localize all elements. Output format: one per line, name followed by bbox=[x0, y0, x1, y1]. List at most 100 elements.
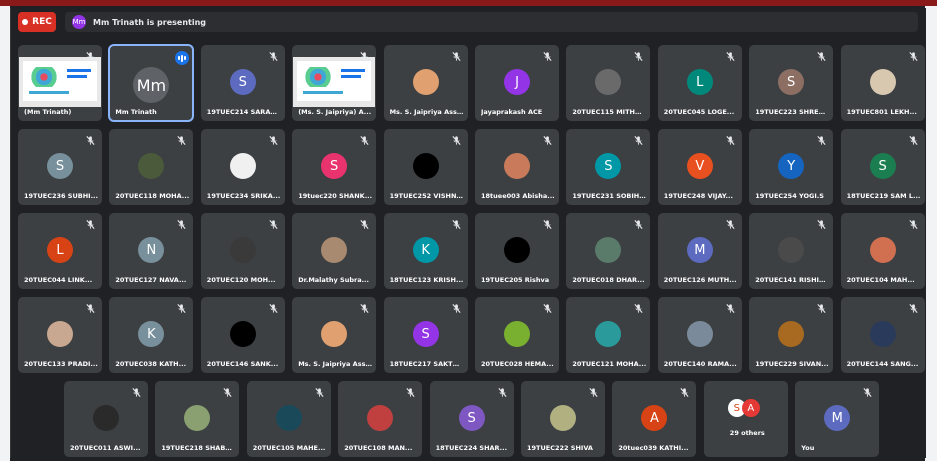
participant-tile[interactable]: S 19TUEC236 SUBHI... bbox=[18, 129, 102, 205]
mic-off-icon bbox=[269, 220, 278, 229]
participant-tile[interactable]: (Ms. S. Jaipriya) A... bbox=[292, 45, 377, 121]
participant-avatar: L bbox=[47, 237, 73, 263]
participant-tile[interactable]: Ms. S. Jaipriya Ass... bbox=[292, 297, 377, 373]
participant-tile[interactable]: 20TUEC108 MAN... bbox=[338, 381, 423, 457]
participant-tile[interactable]: S 19TUEC214 SARAN... bbox=[200, 45, 285, 121]
participant-tile[interactable]: Mm Mm Trinath bbox=[108, 44, 195, 122]
participant-photo bbox=[778, 237, 805, 263]
participant-name: 20TUEC105 MAHE... bbox=[252, 444, 326, 452]
mic-off-icon bbox=[360, 136, 369, 145]
participant-tile[interactable]: S 19TUEC231 SOBIH... bbox=[566, 129, 651, 205]
participant-tile[interactable]: 19TUEC229 SIVAN... bbox=[749, 297, 834, 373]
participant-tile[interactable]: 20TUEC115 MITHU... bbox=[566, 45, 651, 121]
left-window-edge bbox=[0, 6, 10, 461]
participant-avatar: N bbox=[138, 237, 165, 263]
participant-name: 19TUEC234 SRIKA... bbox=[206, 192, 281, 200]
participant-tile[interactable]: (Mm Trinath) bbox=[18, 45, 102, 121]
mic-off-icon bbox=[498, 388, 507, 397]
participant-avatar: S bbox=[47, 153, 73, 179]
mic-off-icon bbox=[726, 52, 735, 61]
mic-off-icon bbox=[634, 52, 643, 61]
participant-tile[interactable]: 20TUEC146 SANK... bbox=[200, 297, 285, 373]
participant-photo bbox=[275, 405, 302, 431]
participant-tile[interactable]: M You bbox=[795, 381, 880, 457]
presenting-banner[interactable]: Mm Mm Trinath is presenting bbox=[65, 12, 918, 32]
participant-tile[interactable]: 19TUEC205 Rishva bbox=[475, 213, 559, 289]
participant-tile[interactable]: 19TUEC222 SHIVA bbox=[521, 381, 605, 457]
participant-tile[interactable]: 19TUEC218 SHABE... bbox=[155, 381, 240, 457]
participant-avatar: M bbox=[686, 237, 713, 263]
mic-off-icon bbox=[452, 52, 461, 61]
participant-tile[interactable]: Y 19TUEC254 YOGI.S bbox=[749, 129, 834, 205]
shared-slide-preview bbox=[23, 61, 97, 101]
participant-name: 19TUEC223 SHREE... bbox=[755, 108, 830, 116]
participant-avatar: S bbox=[229, 69, 256, 95]
participant-avatar: S bbox=[869, 153, 896, 179]
meeting-top-bar: REC Mm Mm Trinath is presenting bbox=[18, 12, 918, 34]
mic-off-icon bbox=[909, 52, 918, 61]
participant-tile[interactable]: Dr.Malathy Subra... bbox=[292, 213, 377, 289]
participant-tile[interactable]: S 18TUEC217 SAKTH... bbox=[383, 297, 468, 373]
participant-tile[interactable]: N 20TUEC127 NAVA... bbox=[109, 213, 194, 289]
participant-photo bbox=[412, 153, 439, 179]
mic-off-icon bbox=[452, 220, 461, 229]
participant-name: 20TUEC018 DHAR... bbox=[572, 276, 645, 284]
participant-tile[interactable]: S 18TUEC224 SHAR... bbox=[429, 381, 514, 457]
participant-tile[interactable]: L 20TUEC044 LINK... bbox=[18, 213, 102, 289]
participant-tile[interactable]: 20TUEC105 MAHE... bbox=[246, 381, 331, 457]
mic-off-icon bbox=[177, 136, 186, 145]
participant-tile[interactable]: 20TUEC028 HEMA... bbox=[475, 297, 559, 373]
mic-off-icon bbox=[360, 52, 369, 61]
mic-off-icon bbox=[817, 220, 826, 229]
participant-tile[interactable]: K 20TUEC038 KATH... bbox=[109, 297, 194, 373]
participant-name: 20TUEC045 LOGE... bbox=[663, 108, 735, 116]
participant-tile[interactable]: 20TUEC141 RISHIK... bbox=[749, 213, 834, 289]
mic-off-icon bbox=[269, 52, 278, 61]
participant-tile[interactable]: 20TUEC011 ASWI... bbox=[64, 381, 148, 457]
participant-name: 20TUEC141 RISHIK... bbox=[755, 276, 830, 284]
participant-tile[interactable]: A 20tuec039 KATHI... bbox=[612, 381, 697, 457]
mic-off-icon bbox=[86, 136, 95, 145]
mic-off-icon bbox=[909, 136, 918, 145]
participant-tile[interactable]: J Jayaprakash ACE bbox=[475, 45, 559, 121]
participant-tile[interactable]: 18tuee003 Abisha... bbox=[475, 129, 559, 205]
participant-tile[interactable]: S 18TUEC219 SAM L... bbox=[840, 129, 925, 205]
participant-name: 19TUEC214 SARAN... bbox=[206, 108, 281, 116]
participant-tile[interactable]: Ms. S. Jaipriya Ass... bbox=[383, 45, 468, 121]
participant-avatar: K bbox=[412, 237, 439, 263]
participant-tile[interactable]: S A 29 others bbox=[703, 381, 788, 457]
participant-tile[interactable]: 20TUEC144 SANG... bbox=[840, 297, 925, 373]
recording-badge[interactable]: REC bbox=[18, 12, 56, 32]
participant-tile[interactable]: 19TUEC234 SRIKA... bbox=[200, 129, 285, 205]
participant-tile[interactable]: 20TUEC121 MOHA... bbox=[566, 297, 651, 373]
participant-name: Ms. S. Jaipriya Ass... bbox=[389, 108, 464, 116]
participant-tile[interactable]: 20TUEC018 DHAR... bbox=[566, 213, 651, 289]
participant-tile[interactable]: 20TUEC104 MAH... bbox=[840, 213, 925, 289]
participant-tile[interactable]: 20TUEC140 RAMA... bbox=[657, 297, 742, 373]
participant-photo bbox=[550, 405, 576, 431]
participant-name: 19TUEC231 SOBIH... bbox=[572, 192, 647, 200]
participant-name: 19TUEC222 SHIVA bbox=[527, 444, 593, 452]
participant-tile[interactable]: S 19TUEC223 SHREE... bbox=[749, 45, 834, 121]
participant-tile[interactable]: 19TUEC252 VISHN... bbox=[383, 129, 468, 205]
participant-tile[interactable]: 19TUEC801 LEKH... bbox=[840, 45, 925, 121]
participant-photo bbox=[778, 321, 805, 347]
participant-tile[interactable]: 20TUEC120 MOH... bbox=[200, 213, 285, 289]
participant-name: 18TUEC224 SHAR... bbox=[435, 444, 508, 452]
participant-name: 20TUEC011 ASWI... bbox=[70, 444, 141, 452]
participant-name: 18TUEC219 SAM L... bbox=[846, 192, 921, 200]
participant-photo bbox=[869, 69, 896, 95]
mic-off-icon bbox=[634, 304, 643, 313]
mic-off-icon bbox=[269, 304, 278, 313]
participant-tile[interactable]: L 20TUEC045 LOGE... bbox=[657, 45, 742, 121]
participant-tile[interactable]: M 20TUEC126 MUTH... bbox=[657, 213, 742, 289]
participant-tile[interactable]: 20TUEC118 MOHA... bbox=[109, 129, 194, 205]
participant-name: 20TUEC044 LINK... bbox=[24, 276, 93, 284]
participant-tile[interactable]: 20TUEC133 PRADI... bbox=[18, 297, 102, 373]
mic-off-icon bbox=[360, 220, 369, 229]
participant-tile[interactable]: K 18TUEC123 KRISH... bbox=[383, 213, 468, 289]
participant-photo bbox=[93, 405, 119, 431]
participant-tile[interactable]: V 19TUEC248 VIJAY... bbox=[657, 129, 742, 205]
participant-photo bbox=[138, 153, 165, 179]
participant-tile[interactable]: S 19tuec220 SHANK... bbox=[292, 129, 377, 205]
